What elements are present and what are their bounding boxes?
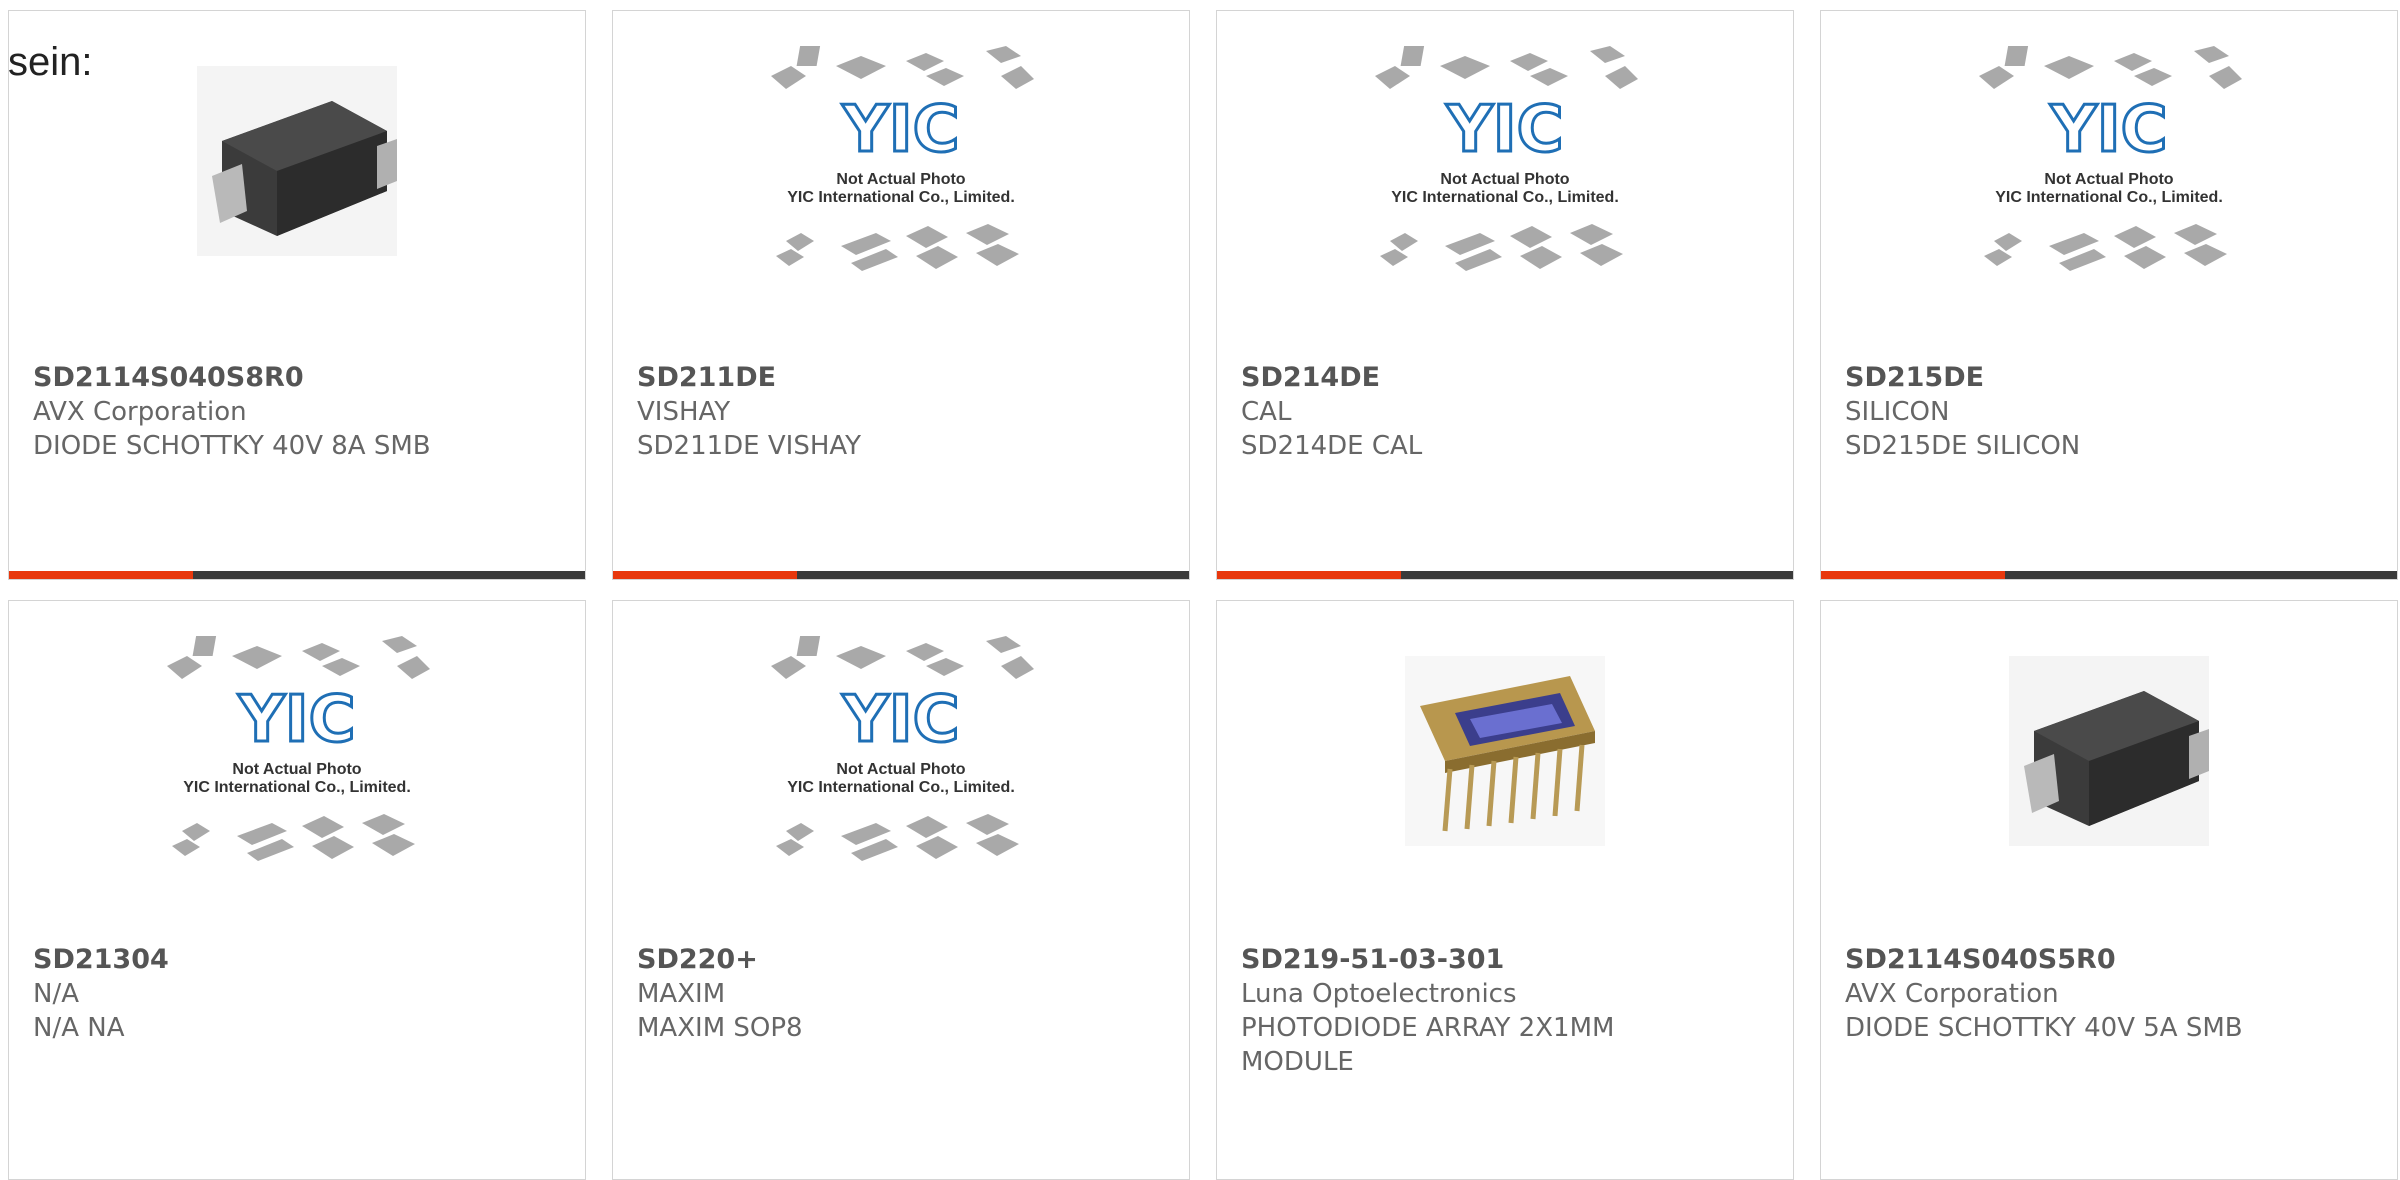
product-image[interactable]: [1821, 651, 2397, 851]
svg-text:YIC International Co., Limited: YIC International Co., Limited.: [787, 189, 1015, 206]
yic-placeholder-icon: YIC Not Actual Photo YIC International C…: [771, 46, 1034, 271]
svg-text:Not Actual Photo: Not Actual Photo: [836, 761, 965, 778]
yic-placeholder-icon: YIC Not Actual Photo YIC International C…: [167, 636, 430, 861]
product-info: SD220+ MAXIM MAXIM SOP8: [637, 943, 1169, 1045]
svg-text:YIC: YIC: [2049, 93, 2167, 167]
manufacturer: AVX Corporation: [1845, 979, 2059, 1009]
part-number[interactable]: SD214DE: [1241, 361, 1773, 395]
description: DIODE SCHOTTKY 40V 5A SMB: [1845, 1013, 2243, 1043]
manufacturer: VISHAY: [637, 397, 731, 427]
product-card[interactable]: SD219-51-03-301 Luna Optoelectronics PHO…: [1216, 600, 1794, 1180]
product-card[interactable]: YIC Not Actual Photo YIC International C…: [612, 10, 1190, 580]
manufacturer: Luna Optoelectronics: [1241, 979, 1517, 1009]
manufacturer: N/A: [33, 979, 79, 1009]
part-number[interactable]: SD211DE: [637, 361, 1169, 395]
product-image[interactable]: [9, 61, 585, 261]
description: N/A NA: [33, 1013, 125, 1043]
svg-text:Not Actual Photo: Not Actual Photo: [2044, 171, 2173, 188]
description: SD214DE CAL: [1241, 431, 1423, 461]
product-grid: SD2114S040S8R0 AVX Corporation DIODE SCH…: [0, 0, 2400, 1180]
product-info: SD21304 N/A N/A NA: [33, 943, 565, 1045]
card-accent-bar: [1217, 571, 1793, 579]
card-accent-bar: [9, 571, 585, 579]
description: PHOTODIODE ARRAY 2X1MM MODULE: [1241, 1013, 1615, 1077]
product-info: SD215DE SILICON SD215DE SILICON: [1845, 361, 2377, 463]
product-info: SD214DE CAL SD214DE CAL: [1241, 361, 1773, 463]
part-number[interactable]: SD2114S040S8R0: [33, 361, 565, 395]
product-image[interactable]: YIC Not Actual Photo YIC International C…: [1217, 46, 1793, 271]
product-card[interactable]: SD2114S040S8R0 AVX Corporation DIODE SCH…: [8, 10, 586, 580]
product-info: SD211DE VISHAY SD211DE VISHAY: [637, 361, 1169, 463]
product-card[interactable]: YIC Not Actual Photo YIC International C…: [1216, 10, 1794, 580]
manufacturer: CAL: [1241, 397, 1292, 427]
description: MAXIM SOP8: [637, 1013, 803, 1043]
product-card[interactable]: YIC Not Actual Photo YIC International C…: [8, 600, 586, 1180]
card-accent-bar: [613, 571, 1189, 579]
part-number[interactable]: SD21304: [33, 943, 565, 977]
part-number[interactable]: SD215DE: [1845, 361, 2377, 395]
product-info: SD2114S040S5R0 AVX Corporation DIODE SCH…: [1845, 943, 2377, 1045]
yic-placeholder-icon: YIC Not Actual Photo YIC International C…: [1375, 46, 1638, 271]
product-image[interactable]: YIC Not Actual Photo YIC International C…: [613, 46, 1189, 271]
svg-text:YIC: YIC: [841, 93, 959, 167]
smb-diode-icon: [197, 66, 397, 256]
description: SD215DE SILICON: [1845, 431, 2081, 461]
part-number[interactable]: SD2114S040S5R0: [1845, 943, 2377, 977]
manufacturer: MAXIM: [637, 979, 726, 1009]
svg-text:Not Actual Photo: Not Actual Photo: [232, 761, 361, 778]
smb-diode-icon: [2009, 656, 2209, 846]
yic-placeholder-icon: YIC Not Actual Photo YIC International C…: [771, 636, 1034, 861]
part-number[interactable]: SD219-51-03-301: [1241, 943, 1773, 977]
product-card[interactable]: SD2114S040S5R0 AVX Corporation DIODE SCH…: [1820, 600, 2398, 1180]
part-number[interactable]: SD220+: [637, 943, 1169, 977]
product-image[interactable]: [1217, 651, 1793, 851]
product-image[interactable]: YIC Not Actual Photo YIC International C…: [9, 636, 585, 861]
svg-text:Not Actual Photo: Not Actual Photo: [1440, 171, 1569, 188]
manufacturer: AVX Corporation: [33, 397, 247, 427]
svg-text:YIC International Co., Limited: YIC International Co., Limited.: [1995, 189, 2223, 206]
svg-text:YIC International Co., Limited: YIC International Co., Limited.: [1391, 189, 1619, 206]
product-image[interactable]: YIC Not Actual Photo YIC International C…: [613, 636, 1189, 861]
manufacturer: SILICON: [1845, 397, 1950, 427]
product-info: SD2114S040S8R0 AVX Corporation DIODE SCH…: [33, 361, 565, 463]
svg-text:YIC: YIC: [841, 683, 959, 757]
photodiode-array-icon: [1405, 656, 1605, 846]
product-image[interactable]: YIC Not Actual Photo YIC International C…: [1821, 46, 2397, 271]
description: DIODE SCHOTTKY 40V 8A SMB: [33, 431, 431, 461]
description: SD211DE VISHAY: [637, 431, 862, 461]
svg-text:YIC: YIC: [1445, 93, 1563, 167]
svg-text:YIC International Co., Limited: YIC International Co., Limited.: [183, 779, 411, 796]
product-card[interactable]: YIC Not Actual Photo YIC International C…: [612, 600, 1190, 1180]
svg-text:YIC: YIC: [237, 683, 355, 757]
svg-text:Not Actual Photo: Not Actual Photo: [836, 171, 965, 188]
product-info: SD219-51-03-301 Luna Optoelectronics PHO…: [1241, 943, 1773, 1079]
intro-text: sein:: [8, 40, 93, 84]
yic-placeholder-icon: YIC Not Actual Photo YIC International C…: [1979, 46, 2242, 271]
svg-text:YIC International Co., Limited: YIC International Co., Limited.: [787, 779, 1015, 796]
product-card[interactable]: YIC Not Actual Photo YIC International C…: [1820, 10, 2398, 580]
card-accent-bar: [1821, 571, 2397, 579]
